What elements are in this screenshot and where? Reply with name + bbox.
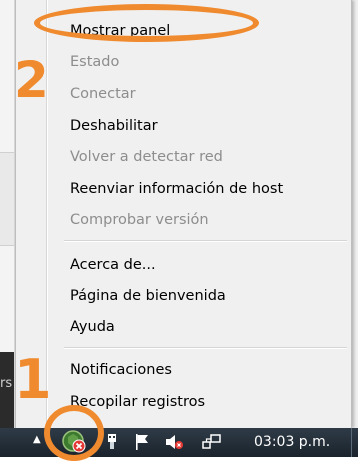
menu-item-pagina-de-bienvenida[interactable]: Página de bienvenida	[70, 283, 343, 309]
menu-separator	[64, 347, 347, 348]
menu-item-recopilar-registros[interactable]: Recopilar registros	[70, 389, 343, 415]
menu-item-conectar: Conectar	[70, 86, 136, 102]
network-icon[interactable]	[201, 431, 223, 453]
show-desktop-button[interactable]	[351, 428, 358, 457]
volume-muted-icon[interactable]	[163, 431, 185, 453]
menu-item-acerca-de[interactable]: Acerca de...	[70, 252, 343, 278]
step-two-label: 2	[14, 51, 49, 109]
background-window-left: rs	[0, 0, 15, 428]
menu-separator	[64, 240, 347, 241]
menu-item-reenviar-informacion-de-host[interactable]: Reenviar información de host	[70, 176, 343, 202]
show-hidden-icons-arrow-icon[interactable]: ▲	[33, 434, 41, 445]
background-window-band	[0, 152, 14, 246]
taskbar-clock[interactable]: 03:03 p.m.	[254, 428, 330, 457]
menu-item-comprobar-version: Comprobar versión	[70, 212, 209, 228]
menu-item-deshabilitar[interactable]: Deshabilitar	[70, 113, 343, 139]
menu-item-notificaciones[interactable]: Notificaciones	[70, 357, 343, 383]
action-center-flag-icon[interactable]	[131, 431, 153, 453]
highlight-ring-mostrar-panel	[34, 4, 259, 42]
background-window-text: rs	[0, 376, 13, 391]
background-window-right	[352, 0, 358, 428]
menu-item-ayuda[interactable]: Ayuda	[70, 314, 343, 340]
highlight-ring-tray-icon	[44, 405, 104, 461]
menu-item-volver-a-detectar-red: Volver a detectar red	[70, 149, 223, 165]
menu-item-estado: Estado	[70, 54, 120, 70]
usb-device-icon[interactable]	[101, 431, 123, 453]
step-one-label: 1	[14, 348, 52, 411]
tray-context-menu: Mostrar panel Estado Conectar Deshabilit…	[15, 0, 352, 428]
